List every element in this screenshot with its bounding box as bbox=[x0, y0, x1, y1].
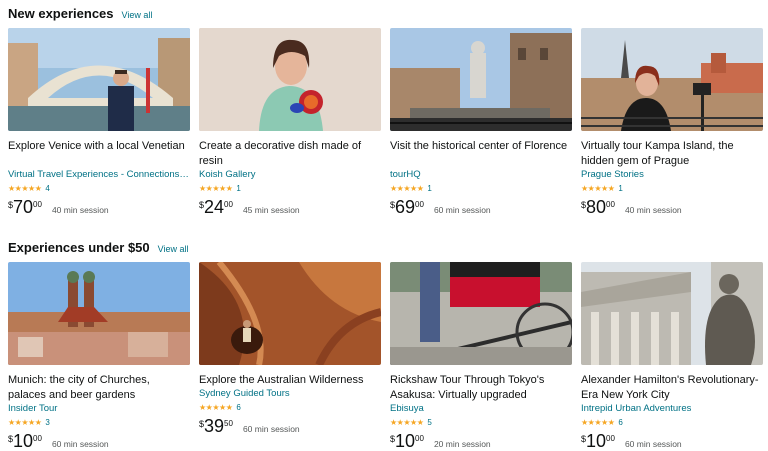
session-duration: 60 min session bbox=[242, 424, 300, 434]
rating[interactable]: ★★★★★ 3 bbox=[8, 417, 190, 428]
session-duration: 60 min session bbox=[51, 439, 109, 449]
view-all-link[interactable]: View all bbox=[122, 10, 153, 20]
rating[interactable]: ★★★★★ 6 bbox=[581, 417, 763, 428]
experience-image[interactable] bbox=[581, 262, 763, 365]
experience-title[interactable]: Create a decorative dish made of resin bbox=[199, 139, 381, 169]
session-duration: 60 min session bbox=[433, 205, 491, 215]
review-count[interactable]: 1 bbox=[618, 184, 622, 194]
price: $ 70 00 40 min session bbox=[8, 197, 190, 217]
experience-title[interactable]: Munich: the city of Churches, palaces an… bbox=[8, 373, 190, 403]
experience-card[interactable]: Explore the Australian Wilderness Sydney… bbox=[199, 262, 381, 451]
price: $ 10 00 60 min session bbox=[8, 431, 190, 451]
experience-card[interactable]: Virtually tour Kampa Island, the hidden … bbox=[581, 28, 763, 217]
provider-link[interactable]: Prague Stories bbox=[581, 169, 763, 181]
session-duration: 60 min session bbox=[624, 439, 682, 449]
experience-row-new: Explore Venice with a local Venetian Vir… bbox=[8, 28, 763, 217]
experience-image[interactable] bbox=[390, 262, 572, 365]
provider-link[interactable]: Koish Gallery bbox=[199, 169, 381, 181]
experience-card[interactable]: Munich: the city of Churches, palaces an… bbox=[8, 262, 190, 451]
experience-card[interactable]: Rickshaw Tour Through Tokyo's Asakusa: V… bbox=[390, 262, 572, 451]
provider-link[interactable]: Insider Tour bbox=[8, 403, 190, 415]
section-title: Experiences under $50 bbox=[8, 240, 150, 255]
review-count[interactable]: 4 bbox=[45, 184, 49, 194]
rating[interactable]: ★★★★★ 4 bbox=[8, 183, 190, 194]
star-rating-icon: ★★★★★ bbox=[8, 183, 42, 193]
rating[interactable]: ★★★★★ 5 bbox=[390, 417, 572, 428]
review-count[interactable]: 3 bbox=[45, 418, 49, 428]
rating[interactable]: ★★★★★ 1 bbox=[199, 183, 381, 194]
experience-title[interactable]: Visit the historical center of Florence bbox=[390, 139, 572, 169]
provider-link[interactable]: Virtual Travel Experiences - Connections… bbox=[8, 169, 190, 181]
price-cents: 00 bbox=[33, 434, 42, 443]
section-header-under-50: Experiences under $50 View all bbox=[8, 240, 189, 255]
experience-card[interactable]: Explore Venice with a local Venetian Vir… bbox=[8, 28, 190, 217]
experience-image[interactable] bbox=[8, 28, 190, 131]
price-cents: 00 bbox=[415, 434, 424, 443]
price-whole: 39 bbox=[204, 416, 225, 436]
review-count[interactable]: 5 bbox=[427, 418, 431, 428]
price-cents: 50 bbox=[224, 419, 233, 428]
price: $ 39 50 60 min session bbox=[199, 416, 381, 436]
price-cents: 00 bbox=[606, 434, 615, 443]
star-rating-icon: ★★★★★ bbox=[390, 417, 424, 427]
session-duration: 40 min session bbox=[624, 205, 682, 215]
price-cents: 00 bbox=[606, 200, 615, 209]
provider-link[interactable]: tourHQ bbox=[390, 169, 572, 181]
experience-row-under-50: Munich: the city of Churches, palaces an… bbox=[8, 262, 763, 451]
price-whole: 24 bbox=[204, 197, 225, 217]
price-cents: 00 bbox=[415, 200, 424, 209]
experience-card[interactable]: Create a decorative dish made of resin K… bbox=[199, 28, 381, 217]
experience-image[interactable] bbox=[8, 262, 190, 365]
price: $ 69 00 60 min session bbox=[390, 197, 572, 217]
rating[interactable]: ★★★★★ 1 bbox=[390, 183, 572, 194]
session-duration: 45 min session bbox=[242, 205, 300, 215]
price-cents: 00 bbox=[224, 200, 233, 209]
experience-image[interactable] bbox=[199, 262, 381, 365]
star-rating-icon: ★★★★★ bbox=[581, 183, 615, 193]
view-all-link[interactable]: View all bbox=[158, 244, 189, 254]
price-whole: 69 bbox=[395, 197, 416, 217]
star-rating-icon: ★★★★★ bbox=[8, 417, 42, 427]
price-cents: 00 bbox=[33, 200, 42, 209]
experience-title[interactable]: Alexander Hamilton's Revolutionary-Era N… bbox=[581, 373, 763, 403]
price: $ 24 00 45 min session bbox=[199, 197, 381, 217]
experience-title[interactable]: Explore Venice with a local Venetian bbox=[8, 139, 190, 169]
experience-title[interactable]: Explore the Australian Wilderness bbox=[199, 373, 381, 388]
review-count[interactable]: 1 bbox=[427, 184, 431, 194]
price: $ 80 00 40 min session bbox=[581, 197, 763, 217]
price-whole: 70 bbox=[13, 197, 34, 217]
rating[interactable]: ★★★★★ 6 bbox=[199, 402, 381, 413]
session-duration: 20 min session bbox=[433, 439, 491, 449]
price-whole: 80 bbox=[586, 197, 607, 217]
experience-card[interactable]: Visit the historical center of Florence … bbox=[390, 28, 572, 217]
experience-image[interactable] bbox=[390, 28, 572, 131]
star-rating-icon: ★★★★★ bbox=[581, 417, 615, 427]
experience-card[interactable]: Alexander Hamilton's Revolutionary-Era N… bbox=[581, 262, 763, 451]
session-duration: 40 min session bbox=[51, 205, 109, 215]
provider-link[interactable]: Intrepid Urban Adventures bbox=[581, 403, 763, 415]
star-rating-icon: ★★★★★ bbox=[199, 183, 233, 193]
star-rating-icon: ★★★★★ bbox=[390, 183, 424, 193]
review-count[interactable]: 1 bbox=[236, 184, 240, 194]
review-count[interactable]: 6 bbox=[236, 403, 240, 413]
price: $ 10 00 60 min session bbox=[581, 431, 763, 451]
price-whole: 10 bbox=[395, 431, 416, 451]
rating[interactable]: ★★★★★ 1 bbox=[581, 183, 763, 194]
experience-image[interactable] bbox=[199, 28, 381, 131]
section-title: New experiences bbox=[8, 6, 114, 21]
star-rating-icon: ★★★★★ bbox=[199, 402, 233, 412]
price-whole: 10 bbox=[13, 431, 34, 451]
experience-title[interactable]: Rickshaw Tour Through Tokyo's Asakusa: V… bbox=[390, 373, 572, 403]
experience-title[interactable]: Virtually tour Kampa Island, the hidden … bbox=[581, 139, 763, 169]
price-whole: 10 bbox=[586, 431, 607, 451]
review-count[interactable]: 6 bbox=[618, 418, 622, 428]
price: $ 10 00 20 min session bbox=[390, 431, 572, 451]
provider-link[interactable]: Sydney Guided Tours bbox=[199, 388, 381, 400]
provider-link[interactable]: Ebisuya bbox=[390, 403, 572, 415]
section-header-new-experiences: New experiences View all bbox=[8, 6, 152, 21]
experience-image[interactable] bbox=[581, 28, 763, 131]
